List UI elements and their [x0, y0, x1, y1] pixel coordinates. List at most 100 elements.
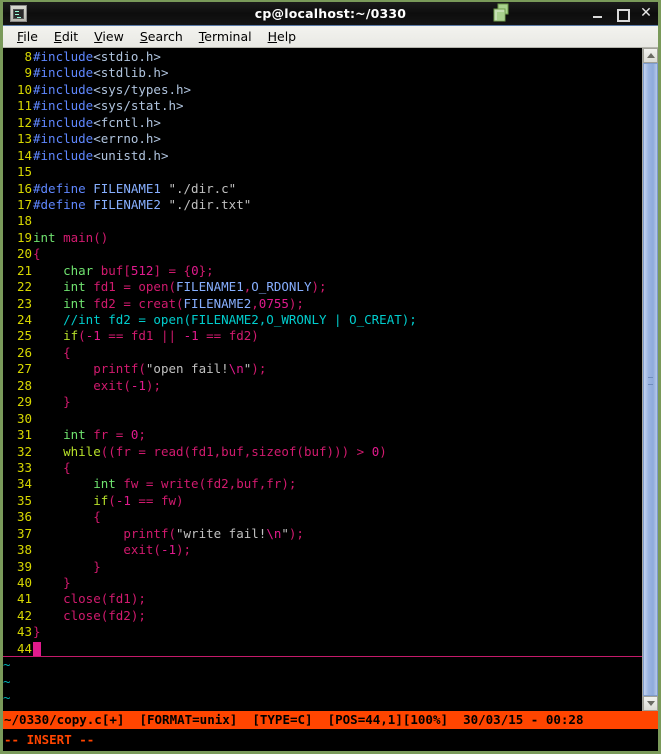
- editor-line[interactable]: 22 int fd1 = open(FILENAME1,O_RDONLY);: [3, 279, 642, 295]
- line-number: 10: [16, 81, 32, 97]
- token-num: -1: [183, 328, 199, 344]
- menu-item-search[interactable]: Search: [132, 27, 191, 46]
- editor-line[interactable]: 15: [3, 164, 642, 180]
- vertical-scrollbar[interactable]: [642, 48, 658, 711]
- vim-editor-buffer[interactable]: 8#include<stdio.h> 9#include<stdlib.h> 10#…: [3, 48, 642, 711]
- editor-line[interactable]: 35 if(-1 == fw): [3, 493, 642, 509]
- editor-line[interactable]: 20{: [3, 246, 642, 262]
- editor-line[interactable]: 13#include<errno.h>: [3, 131, 642, 147]
- editor-line[interactable]: 44: [3, 641, 642, 658]
- editor-line[interactable]: 16#define FILENAME1 "./dir.c": [3, 181, 642, 197]
- terminal-icon[interactable]: [10, 5, 27, 22]
- token-comment: //int fd2 = open(FILENAME2,O_WRONLY | O_…: [33, 312, 417, 327]
- line-number: 40: [16, 575, 32, 590]
- token-type: int: [93, 476, 116, 492]
- editor-line[interactable]: 19int main(): [3, 230, 642, 246]
- line-number: 19: [16, 229, 32, 245]
- editor-line[interactable]: 37 printf("write fail!\n");: [3, 526, 642, 542]
- empty-line-marker: ~: [3, 690, 642, 706]
- window-controls[interactable]: ✕: [592, 6, 652, 22]
- token-brace: {: [33, 459, 71, 475]
- editor-line[interactable]: 21 char buf[512] = {0};: [3, 263, 642, 279]
- editor-line[interactable]: 29 }: [3, 394, 642, 410]
- token-str: [33, 378, 93, 393]
- tilde-glyph: ~: [3, 690, 11, 706]
- menu-item-terminal[interactable]: Terminal: [191, 27, 260, 46]
- editor-line[interactable]: 30: [3, 411, 642, 427]
- line-code: }: [33, 624, 41, 639]
- editor-line[interactable]: 40 }: [3, 575, 642, 591]
- editor-line[interactable]: 43}: [3, 624, 642, 640]
- line-code: }: [33, 559, 101, 574]
- editor-line[interactable]: 10#include<sys/types.h>: [3, 82, 642, 98]
- token-preproc: #include: [33, 114, 94, 130]
- token-brace: }: [33, 575, 71, 590]
- editor-line[interactable]: 36 {: [3, 509, 642, 525]
- editor-line[interactable]: 32 while((fr = read(fd1,buf,sizeof(buf))…: [3, 444, 642, 460]
- editor-line[interactable]: 23 int fd2 = creat(FILENAME2,0755);: [3, 296, 642, 312]
- editor-line[interactable]: 39 }: [3, 559, 642, 575]
- terminal-body: 8#include<stdio.h> 9#include<stdlib.h> 10#…: [3, 48, 658, 711]
- line-number: 17: [16, 196, 32, 212]
- editor-line[interactable]: 34 int fw = write(fd2,buf,fr);: [3, 476, 642, 492]
- scrollbar-track[interactable]: [643, 63, 658, 696]
- line-number: 41: [16, 591, 32, 607]
- token-type: int: [63, 427, 86, 443]
- editor-line[interactable]: 26 {: [3, 345, 642, 361]
- editor-line[interactable]: 25 if(-1 == fd1 || -1 == fd2): [3, 328, 642, 344]
- menu-mnemonic: S: [139, 29, 148, 44]
- editor-line[interactable]: 24 //int fd2 = open(FILENAME2,O_WRONLY |…: [3, 312, 642, 328]
- editor-line[interactable]: 38 exit(-1);: [3, 542, 642, 558]
- token-num: 0755: [258, 295, 289, 311]
- line-number: 36: [16, 509, 32, 525]
- editor-line[interactable]: 8#include<stdio.h>: [3, 49, 642, 65]
- scroll-down-arrow-icon[interactable]: [643, 696, 658, 711]
- menu-item-help[interactable]: Help: [260, 27, 305, 46]
- token-ident: );: [288, 525, 304, 541]
- token-macroname: FILENAME2: [93, 196, 161, 212]
- maximize-button[interactable]: [616, 8, 630, 22]
- copy-windows-icon: [493, 3, 509, 22]
- token-str: [33, 493, 93, 508]
- menu-bar[interactable]: File Edit View Search Terminal Help: [3, 26, 658, 48]
- line-number: 16: [16, 180, 32, 196]
- line-number: 18: [16, 213, 32, 229]
- editor-line[interactable]: 33 {: [3, 460, 642, 476]
- editor-line[interactable]: 14#include<unistd.h>: [3, 148, 642, 164]
- editor-line[interactable]: 42 close(fd2);: [3, 608, 642, 624]
- editor-line[interactable]: 17#define FILENAME2 "./dir.txt": [3, 197, 642, 213]
- token-ident: close(fd2);: [33, 607, 146, 623]
- editor-line[interactable]: 18: [3, 213, 642, 229]
- token-str: "write fail!: [176, 525, 267, 541]
- line-number: 34: [16, 476, 32, 492]
- editor-line[interactable]: 31 int fr = 0;: [3, 427, 642, 443]
- scrollbar-thumb[interactable]: [643, 63, 658, 696]
- editor-line[interactable]: 27 printf("open fail!\n");: [3, 361, 642, 377]
- menu-item-view[interactable]: View: [86, 27, 132, 46]
- scroll-up-arrow-icon[interactable]: [643, 48, 658, 63]
- vim-command-line: -- INSERT --: [3, 729, 658, 751]
- token-brace: }: [33, 624, 41, 640]
- token-ident: (: [138, 361, 146, 377]
- token-ident: (: [153, 542, 161, 558]
- close-button[interactable]: ✕: [640, 6, 652, 20]
- editor-line[interactable]: 9#include<stdlib.h>: [3, 65, 642, 81]
- line-code: int fr = 0;: [33, 427, 146, 442]
- menu-item-edit[interactable]: Edit: [46, 27, 86, 46]
- menu-item-file[interactable]: File: [9, 27, 46, 46]
- editor-line[interactable]: 11#include<sys/stat.h>: [3, 98, 642, 114]
- editor-line[interactable]: 41 close(fd1);: [3, 591, 642, 607]
- tilde-glyph: ~: [3, 673, 11, 689]
- token-punct: (): [93, 229, 109, 245]
- line-number: 21: [16, 262, 32, 278]
- editor-line[interactable]: 12#include<fcntl.h>: [3, 115, 642, 131]
- line-number: 14: [16, 147, 32, 163]
- token-preproc: #define: [33, 196, 94, 212]
- minimize-button[interactable]: [592, 8, 604, 20]
- line-code: }: [33, 575, 71, 590]
- title-bar[interactable]: cp@localhost:~/0330 ✕: [3, 2, 658, 26]
- line-code: #define FILENAME2 "./dir.txt": [33, 197, 251, 212]
- editor-line[interactable]: 28 exit(-1);: [3, 378, 642, 394]
- token-esc: \n: [228, 361, 244, 377]
- token-macroname: FILENAME1: [176, 279, 244, 295]
